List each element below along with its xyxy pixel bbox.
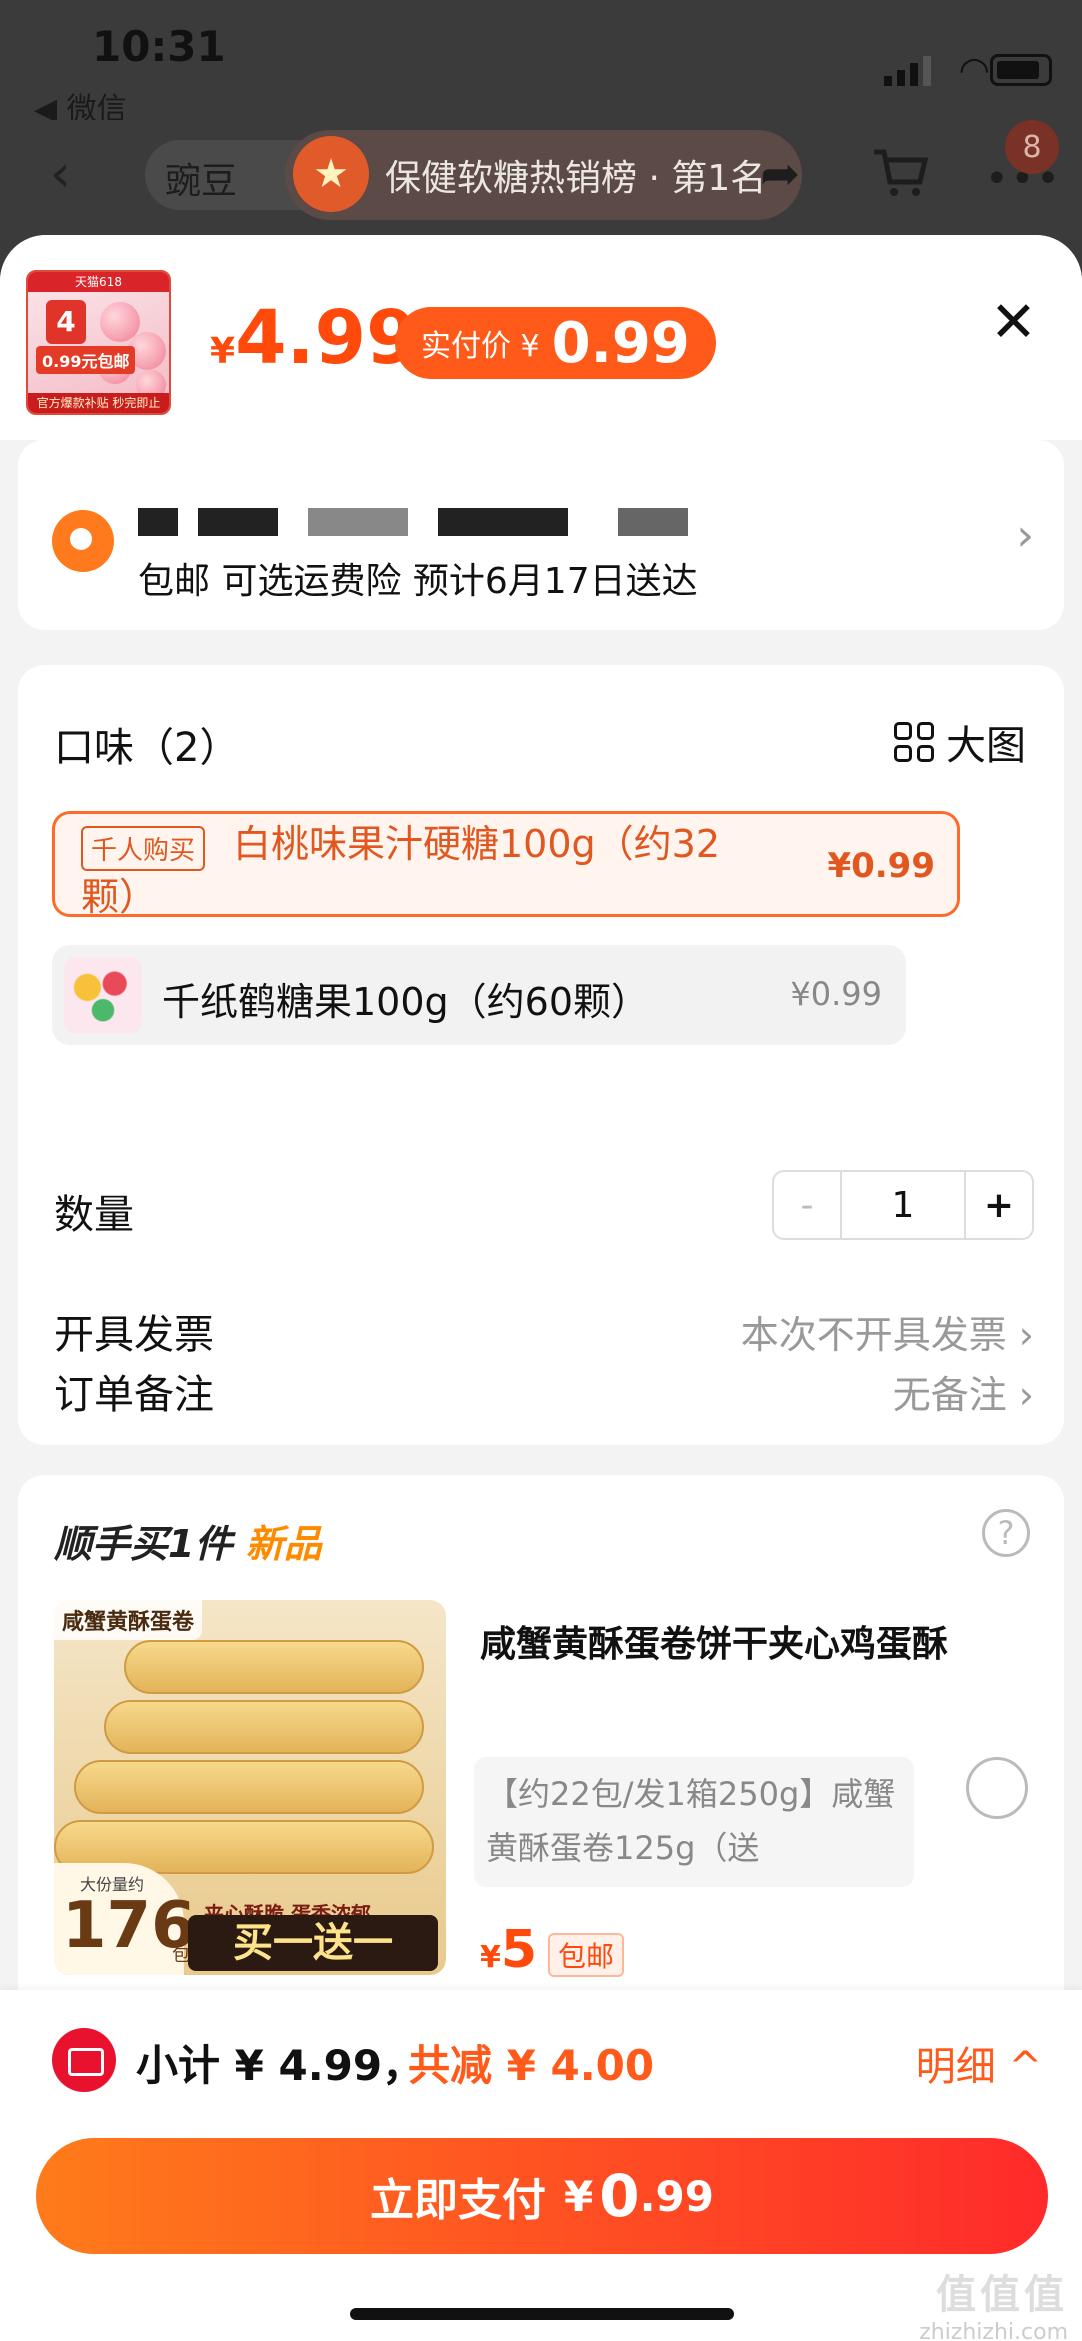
note-row[interactable]: 订单备注 无备注 › [54,1350,1034,1430]
subtotal-text: 小计 ¥ 4.99， [136,2041,425,2090]
close-icon[interactable]: ✕ [990,290,1037,355]
flavor-image [64,957,142,1033]
wifi-icon: ◠ [958,50,990,91]
redacted-address [308,508,408,536]
options-card: 口味（2） 大图 千人购买 白桃味果汁硬糖100g（约32 颗） ¥0.99 千… [18,665,1064,1445]
detail-toggle[interactable]: 明细 ^ [916,2034,1042,2092]
medal-icon: ★ [293,136,369,212]
ranking-banner[interactable]: ★ 保健软糖热销榜 · 第1名 [285,130,803,220]
signal-icon [884,56,931,86]
discount-text: 共减 ¥ 4.00 [408,2041,655,2090]
add-on-radio[interactable] [966,1757,1028,1819]
flavor-name: 千纸鹤糖果100g（约60颗） [162,980,650,1024]
checkout-footer: 小计 ¥ 4.99， 共减 ¥ 4.00 明细 ^ 立即支付 ¥ 0 .99 值… [0,1990,1082,2341]
help-icon[interactable]: ? [982,1509,1030,1557]
add-on-spec[interactable]: 【约22包/发1箱250g】咸蟹黄酥蛋卷125g（送 [474,1757,914,1887]
note-label: 订单备注 [54,1372,214,1418]
thumb-footer-label: 官方爆款补贴 秒完即止 [28,393,169,413]
back-arrow-icon[interactable]: ‹ [50,144,71,204]
note-value: 无备注 › [892,1373,1034,1417]
home-indicator [350,2308,734,2320]
search-placeholder: 豌豆 [165,161,238,202]
decrement-button[interactable]: - [774,1172,842,1238]
increment-button[interactable]: + [964,1172,1032,1238]
product-nav-bar: ‹ 豌豆 ★ 保健软糖热销榜 · 第1名 ➦ ••• 8 [0,120,1082,240]
price-symbol: ¥ [210,331,236,372]
free-shipping-tag: 包邮 [548,1933,625,1977]
price-value: 4.99 [235,295,418,381]
grid-icon [894,722,934,762]
flavor-name-cont: 颗） [81,875,158,919]
thumb-number: 4 [46,300,86,344]
add-on-product-name[interactable]: 咸蟹黄酥蛋卷饼干夹心鸡蛋酥 [480,1605,980,1685]
thumb-price-label: 0.99元包邮 [36,346,136,374]
quantity-stepper: - 1 + [772,1170,1034,1240]
redacted-address [438,508,568,536]
thumb-brand-label: 天猫618 [28,272,169,292]
popularity-tag: 千人购买 [81,826,206,871]
actual-price-label: 实付价 ¥ [421,329,540,364]
quantity-field[interactable]: 1 [842,1172,964,1238]
pay-now-button[interactable]: 立即支付 ¥ 0 .99 [36,2138,1048,2254]
flavor-option-selected[interactable]: 千人购买 白桃味果汁硬糖100g（约32 颗） ¥0.99 [52,811,960,919]
add-on-card: 顺手买1件 新品 ? 咸蟹黄酥蛋卷 大份量约 176 包 夹心酥脆 蛋香浓郁 买… [18,1475,1064,2075]
redacted-address [198,508,278,536]
redacted-address [138,508,178,536]
add-on-title: 顺手买1件 新品 [54,1522,322,1566]
flavor-price: ¥0.99 [827,846,935,886]
big-view-label: 大图 [946,723,1026,769]
watermark: 值值值 zhizhizhi.com [919,2272,1068,2341]
delivery-info: 包邮 可选运费险 预计6月17日送达 [138,561,698,602]
battery-icon [990,54,1052,86]
ranking-text: 保健软糖热销榜 · 第1名 [385,158,767,199]
location-icon [52,510,114,572]
cart-icon[interactable] [870,142,930,202]
flavor-heading: 口味（2） [54,725,240,771]
big-view-toggle[interactable]: 大图 [894,713,1026,771]
actual-price-pill: 实付价 ¥ 0.99 [395,307,716,379]
image-label: 咸蟹黄酥蛋卷 [54,1600,203,1640]
status-time: 10:31 [92,22,226,71]
product-thumbnail: 天猫618 4 0.99元包邮 官方爆款补贴 秒完即止 [26,270,171,415]
flavor-name: 白桃味果汁硬糖100g（约32 [233,822,721,866]
pay-symbol: ¥ [564,2171,594,2221]
flavor-price: ¥0.99 [790,975,882,1013]
bogo-badge: 买一送一 [188,1915,438,1971]
flavor-option[interactable]: 千纸鹤糖果100g（约60颗） ¥0.99 [52,945,906,1045]
add-on-product-image[interactable]: 咸蟹黄酥蛋卷 大份量约 176 包 夹心酥脆 蛋香浓郁 买一送一 [54,1600,446,1975]
redacted-address [618,508,688,536]
pay-int: 0 [599,2162,640,2230]
coupon-icon [52,2028,116,2092]
address-card[interactable]: 包邮 可选运费险 预计6月17日送达 › [18,440,1064,630]
list-price: ¥4.99 [210,295,418,381]
actual-price-value: 0.99 [551,310,690,376]
sheet-header: 天猫618 4 0.99元包邮 官方爆款补贴 秒完即止 ¥4.99 实付价 ¥ … [0,235,1082,440]
pay-label: 立即支付 [370,2175,546,2226]
quantity-label: 数量 [54,1192,134,1238]
notification-badge: 8 [1005,120,1059,174]
new-tag: 新品 [245,1522,322,1566]
quantity-row: 数量 - 1 + [54,1170,1034,1250]
pay-dec: .99 [639,2171,714,2221]
add-on-price: ¥5 [480,1920,538,1980]
share-icon[interactable]: ➦ [760,146,800,202]
status-bar: 10:31 ◀ 微信 ◠ [0,0,1082,140]
count-badge: 大份量约 176 包 [54,1863,196,1975]
chevron-right-icon: › [1016,510,1034,561]
